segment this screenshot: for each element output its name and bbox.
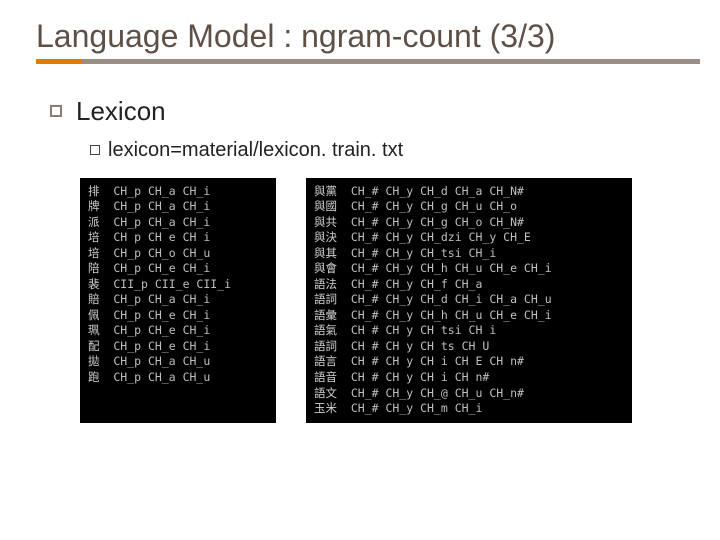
lexicon-row: 語詞 CH # CH y CH ts CH U — [314, 339, 624, 355]
lexicon-char: 與會 — [314, 261, 337, 275]
lexicon-char: 語言 — [314, 354, 337, 368]
lexicon-phones: CH_# CH_y CH_m CH_i — [337, 401, 482, 415]
lexicon-row: 陪 CH_p CH_e CH_i — [88, 261, 268, 277]
lexicon-row: 裴 CII_p CII_e CII_i — [88, 277, 268, 293]
lexicon-char: 語氣 — [314, 323, 337, 337]
lexicon-row: 語詞 CH_# CH_y CH_d CH_i CH_a CH_u — [314, 292, 624, 308]
lexicon-row: 語彙 CH_# CH_y CH_h CH_u CH_e CH_i — [314, 308, 624, 324]
lexicon-panel-left: 排 CH_p CH_a CH_i牌 CH_p CH_a CH_i派 CH_p C… — [80, 178, 276, 423]
lexicon-row: 語文 CH_# CH_y CH_@ CH_u CH_n# — [314, 386, 624, 402]
title-underline — [36, 59, 700, 64]
bullet-text: Lexicon — [76, 96, 166, 127]
lexicon-char: 與共 — [314, 215, 337, 229]
lexicon-row: 拋 CH_p CH_a CH_u — [88, 354, 268, 370]
lexicon-char: 排 — [88, 184, 100, 198]
lexicon-row: 玉米 CH_# CH_y CH_m CH_i — [314, 401, 624, 417]
lexicon-char: 派 — [88, 215, 100, 229]
lexicon-row: 與國 CH_# CH_y CH_g CH_u CH_o — [314, 199, 624, 215]
lexicon-phones: CH_# CH_y CH_tsi CH_i — [337, 246, 496, 260]
lexicon-phones: CH_p CH_a CH_u — [100, 354, 211, 368]
lexicon-char: 拋 — [88, 354, 100, 368]
lexicon-row: 語法 CH_# CH_y CH_f CH_a — [314, 277, 624, 293]
lexicon-row: 賠 CH_p CH_a CH_i — [88, 292, 268, 308]
lexicon-char: 語音 — [314, 370, 337, 384]
lexicon-phones: CH # CH y CH i CH E CH n# — [337, 354, 524, 368]
lexicon-char: 語法 — [314, 277, 337, 291]
slide-title: Language Model : ngram-count (3/3) — [36, 18, 700, 55]
lexicon-phones: CH_# CH_y CH_h CH_u CH_e CH_i — [337, 308, 552, 322]
lexicon-row: 培 CH p CH e CH i — [88, 230, 268, 246]
lexicon-panel-right: 與黨 CH_# CH_y CH_d CH_a CH_N#與國 CH_# CH_y… — [306, 178, 632, 423]
lexicon-row: 珮 CH_p CH_e CH_i — [88, 323, 268, 339]
lexicon-phones: CH_p CH_e CH_i — [100, 308, 211, 322]
lexicon-phones: CH_# CH_y CH_g CH_u CH_o — [337, 199, 517, 213]
lexicon-row: 配 CH_p CH_e CH_i — [88, 339, 268, 355]
lexicon-phones: CH # CH y CH i CH n# — [337, 370, 489, 384]
lexicon-phones: CH_# CH_y CH_dzi CH_y CH_E — [337, 230, 531, 244]
lexicon-char: 裴 — [88, 277, 100, 291]
underline-rest — [82, 59, 700, 64]
lexicon-char: 佩 — [88, 308, 100, 322]
lexicon-row: 派 CH_p CH_a CH_i — [88, 215, 268, 231]
lexicon-row: 與其 CH_# CH_y CH_tsi CH_i — [314, 246, 624, 262]
lexicon-row: 與黨 CH_# CH_y CH_d CH_a CH_N# — [314, 184, 624, 200]
lexicon-char: 賠 — [88, 292, 100, 306]
lexicon-phones: CH_p CH_o CH_u — [100, 246, 211, 260]
lexicon-char: 與其 — [314, 246, 337, 260]
bullet-lexicon: Lexicon — [50, 96, 684, 127]
lexicon-char: 玉米 — [314, 401, 337, 415]
lexicon-row: 語音 CH # CH y CH i CH n# — [314, 370, 624, 386]
lexicon-phones: CH_p CH_a CH_i — [100, 292, 211, 306]
lexicon-char: 語詞 — [314, 339, 337, 353]
lexicon-char: 珮 — [88, 323, 100, 337]
lexicon-row: 與共 CH_# CH_y CH_g CH_o CH_N# — [314, 215, 624, 231]
lexicon-phones: CH p CH e CH i — [100, 230, 211, 244]
lexicon-phones: CH_# CH_y CH_h CH_u CH_e CH_i — [337, 261, 552, 275]
lexicon-phones: CH_# CH_y CH_g CH_o CH_N# — [337, 215, 524, 229]
lexicon-phones: CH_# CH_y CH_f CH_a — [337, 277, 482, 291]
lexicon-char: 語文 — [314, 386, 337, 400]
lexicon-row: 培 CH_p CH_o CH_u — [88, 246, 268, 262]
lexicon-char: 與黨 — [314, 184, 337, 198]
lexicon-phones: CH_p CH_a CH_i — [100, 199, 211, 213]
lexicon-phones: CII_p CII_e CII_i — [100, 277, 232, 291]
lexicon-char: 與決 — [314, 230, 337, 244]
lexicon-char: 培 — [88, 246, 100, 260]
lexicon-phones: CH # CH y CH tsi CH i — [337, 323, 496, 337]
lexicon-row: 語言 CH # CH y CH i CH E CH n# — [314, 354, 624, 370]
sub-bullet-path: lexicon=material/lexicon. train. txt — [90, 139, 684, 162]
lexicon-phones: CH_# CH_y CH_d CH_a CH_N# — [337, 184, 524, 198]
lexicon-char: 配 — [88, 339, 100, 353]
lexicon-row: 與決 CH_# CH_y CH_dzi CH_y CH_E — [314, 230, 624, 246]
lexicon-char: 語彙 — [314, 308, 337, 322]
lexicon-phones: CH_# CH_y CH_d CH_i CH_a CH_u — [337, 292, 552, 306]
lexicon-char: 跑 — [88, 370, 100, 384]
lexicon-phones: CH_p CH_a CH_i — [100, 184, 211, 198]
sub-bullet-text: lexicon=material/lexicon. train. txt — [108, 139, 403, 162]
lexicon-row: 語氣 CH # CH y CH tsi CH i — [314, 323, 624, 339]
lexicon-phones: CH_p CH_a CH_u — [100, 370, 211, 384]
lexicon-char: 牌 — [88, 199, 100, 213]
lexicon-phones: CH_# CH_y CH_@ CH_u CH_n# — [337, 386, 524, 400]
lexicon-row: 排 CH_p CH_a CH_i — [88, 184, 268, 200]
lexicon-row: 佩 CH_p CH_e CH_i — [88, 308, 268, 324]
square-bullet-icon — [50, 105, 62, 117]
lexicon-char: 培 — [88, 230, 100, 244]
lexicon-phones: CH_p CH_a CH_i — [100, 215, 211, 229]
underline-accent — [36, 59, 82, 64]
lexicon-char: 陪 — [88, 261, 100, 275]
lexicon-char: 語詞 — [314, 292, 337, 306]
lexicon-phones: CH_p CH_e CH_i — [100, 323, 211, 337]
lexicon-phones: CH_p CH_e CH_i — [100, 339, 211, 353]
lexicon-phones: CH # CH y CH ts CH U — [337, 339, 489, 353]
square-bullet-icon — [90, 145, 100, 155]
lexicon-row: 跑 CH_p CH_a CH_u — [88, 370, 268, 386]
lexicon-phones: CH_p CH_e CH_i — [100, 261, 211, 275]
lexicon-char: 與國 — [314, 199, 337, 213]
lexicon-row: 與會 CH_# CH_y CH_h CH_u CH_e CH_i — [314, 261, 624, 277]
lexicon-row: 牌 CH_p CH_a CH_i — [88, 199, 268, 215]
